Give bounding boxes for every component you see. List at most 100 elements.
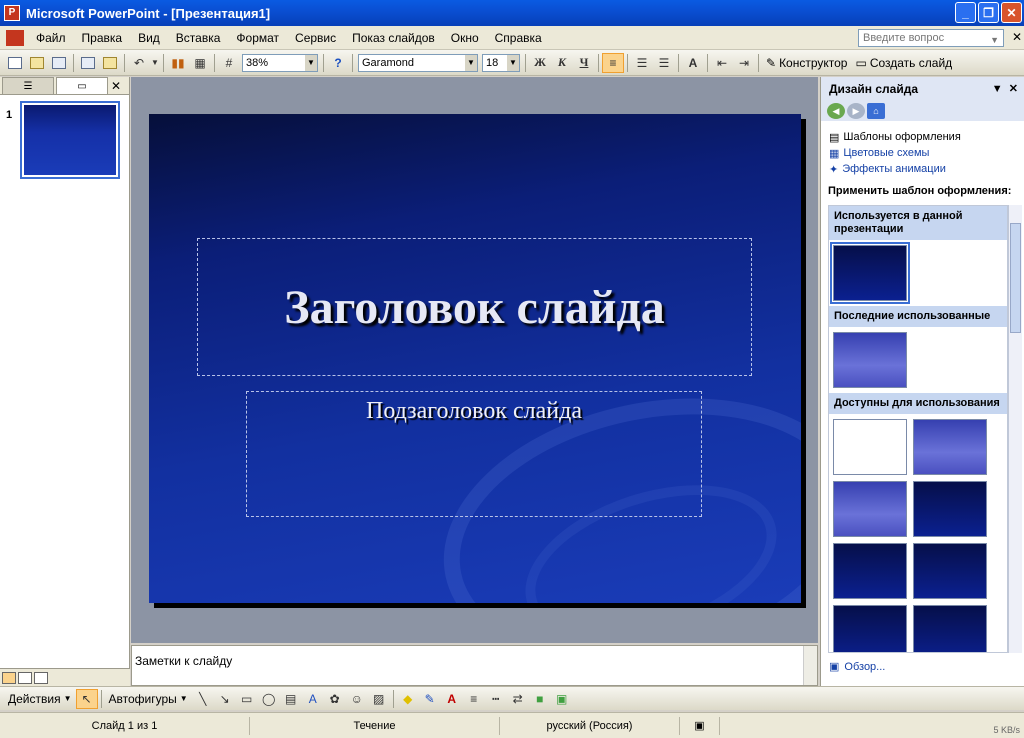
underline-button[interactable]: Ч	[573, 53, 595, 73]
copy-icon[interactable]	[77, 53, 99, 73]
designer-button[interactable]: ✎ Конструктор	[762, 56, 851, 70]
design-templates-link[interactable]: ▤ Шаблоны оформления	[829, 129, 1024, 145]
template-thumbnail[interactable]	[833, 605, 907, 652]
close-icon[interactable]: ✕	[111, 79, 121, 93]
animation-effects-link[interactable]: ✦ Эффекты анимации	[829, 161, 1024, 177]
title-placeholder[interactable]: Заголовок слайда	[197, 238, 752, 376]
font-size-select[interactable]: 18 ▼	[482, 53, 520, 72]
subtitle-placeholder[interactable]: Подзаголовок слайда	[246, 391, 702, 517]
oval-icon[interactable]: ◯	[258, 689, 280, 709]
tab-slides[interactable]: ▭	[56, 77, 108, 94]
template-thumbnail[interactable]	[833, 332, 907, 388]
line-color-icon[interactable]: ✎	[419, 689, 441, 709]
chevron-down-icon[interactable]: ▼	[507, 54, 519, 71]
slide-canvas[interactable]: Заголовок слайда Подзаголовок слайда	[149, 114, 801, 603]
zoom-select[interactable]: 38% ▼	[242, 53, 318, 72]
menu-tools[interactable]: Сервис	[287, 31, 344, 45]
italic-button[interactable]: К	[551, 53, 573, 73]
chevron-down-icon[interactable]: ▼	[465, 54, 477, 71]
menu-insert[interactable]: Вставка	[168, 31, 229, 45]
align-left-icon[interactable]: ≡	[602, 52, 624, 73]
normal-view-icon[interactable]	[2, 671, 16, 684]
tab-outline[interactable]: ☰	[2, 77, 54, 94]
menu-format[interactable]: Формат	[228, 31, 287, 45]
select-pointer-icon[interactable]: ↖	[75, 688, 98, 709]
powerpoint-app-icon[interactable]: P	[4, 5, 20, 21]
diagram-icon[interactable]: ✿	[324, 689, 346, 709]
arrow-icon[interactable]: ↘	[214, 689, 236, 709]
browse-link[interactable]: ▣ Обзор...	[829, 660, 885, 674]
grid-icon[interactable]: #	[218, 53, 240, 73]
undo-icon[interactable]: ↶	[128, 53, 150, 73]
home-icon[interactable]: ⌂	[867, 103, 885, 119]
new-document-icon[interactable]	[4, 53, 26, 73]
menu-edit[interactable]: Правка	[74, 31, 131, 45]
template-gallery-scrollbar[interactable]	[1008, 205, 1022, 653]
increase-indent-icon[interactable]: ⇥	[733, 53, 755, 73]
help-search-input[interactable]: Введите вопрос ▼	[858, 29, 1004, 47]
slide-sorter-view-icon[interactable]	[18, 671, 32, 684]
color-scheme-icon: ▦	[829, 147, 840, 160]
open-icon[interactable]	[26, 53, 48, 73]
line-style-icon[interactable]: ≡	[463, 689, 485, 709]
menu-slideshow[interactable]: Показ слайдов	[344, 31, 443, 45]
close-button[interactable]: ✕	[1001, 2, 1022, 23]
spellcheck-icon[interactable]: ▣	[680, 716, 720, 735]
fill-color-icon[interactable]: ◆	[397, 689, 419, 709]
clipart-icon[interactable]: ☺	[346, 689, 368, 709]
increase-font-icon[interactable]: A	[682, 53, 704, 73]
line-icon[interactable]: ╲	[192, 689, 214, 709]
document-close-icon[interactable]: ✕	[1012, 30, 1022, 44]
template-thumbnail[interactable]	[913, 481, 987, 537]
undo-dropdown-icon[interactable]: ▼	[150, 53, 160, 73]
menu-view[interactable]: Вид	[130, 31, 168, 45]
insert-chart-icon[interactable]: ▮▮	[167, 53, 189, 73]
textbox-icon[interactable]: ▤	[280, 689, 302, 709]
help-icon[interactable]: ?	[327, 53, 349, 73]
dash-style-icon[interactable]: ┅	[485, 689, 507, 709]
notes-pane[interactable]: Заметки к слайду	[131, 645, 818, 686]
minimize-button[interactable]: _	[955, 2, 976, 23]
font-select[interactable]: Garamond ▼	[358, 53, 478, 72]
autoshapes-menu[interactable]: Автофигуры ▼	[105, 692, 192, 706]
decrease-indent-icon[interactable]: ⇤	[711, 53, 733, 73]
forward-icon[interactable]: ▶	[847, 103, 865, 119]
document-menu-icon[interactable]	[6, 29, 24, 46]
slide-thumbnail[interactable]	[20, 101, 120, 179]
menu-file[interactable]: Файл	[28, 31, 74, 45]
chevron-down-icon[interactable]: ▼	[305, 54, 317, 71]
3d-icon[interactable]: ▣	[551, 689, 573, 709]
print-icon[interactable]	[48, 53, 70, 73]
menu-help[interactable]: Справка	[487, 31, 550, 45]
scrollbar-thumb[interactable]	[1010, 223, 1021, 333]
bullet-list-icon[interactable]: ☰	[653, 53, 675, 73]
slideshow-view-icon[interactable]	[34, 671, 48, 684]
menu-window[interactable]: Окно	[443, 31, 487, 45]
rectangle-icon[interactable]: ▭	[236, 689, 258, 709]
bold-button[interactable]: Ж	[529, 53, 551, 73]
template-thumbnail[interactable]	[913, 419, 987, 475]
tiles-available	[829, 414, 1007, 652]
template-thumbnail[interactable]	[833, 419, 907, 475]
restore-button[interactable]: ❐	[978, 2, 999, 23]
back-icon[interactable]: ◀	[827, 103, 845, 119]
task-pane-controls[interactable]: ▼ ✕	[992, 82, 1018, 95]
numbered-list-icon[interactable]: ☰	[631, 53, 653, 73]
new-slide-button[interactable]: ▭ Создать слайд	[851, 56, 956, 70]
template-thumbnail[interactable]	[833, 543, 907, 599]
template-thumbnail[interactable]	[913, 543, 987, 599]
paste-icon[interactable]	[99, 53, 121, 73]
notes-scrollbar[interactable]	[803, 646, 817, 685]
color-schemes-link[interactable]: ▦ Цветовые схемы	[829, 145, 1024, 161]
arrow-style-icon[interactable]: ⇄	[507, 689, 529, 709]
chevron-down-icon[interactable]: ▼	[990, 35, 999, 45]
insert-table-icon[interactable]: ▦	[189, 53, 211, 73]
template-thumbnail[interactable]	[833, 481, 907, 537]
picture-icon[interactable]: ▨	[368, 689, 390, 709]
template-thumbnail[interactable]	[913, 605, 987, 652]
font-color-icon[interactable]: A	[441, 689, 463, 709]
actions-menu[interactable]: Действия ▼	[4, 692, 76, 706]
template-thumbnail[interactable]	[830, 242, 910, 304]
wordart-icon[interactable]: A	[302, 689, 324, 709]
shadow-icon[interactable]: ■	[529, 689, 551, 709]
